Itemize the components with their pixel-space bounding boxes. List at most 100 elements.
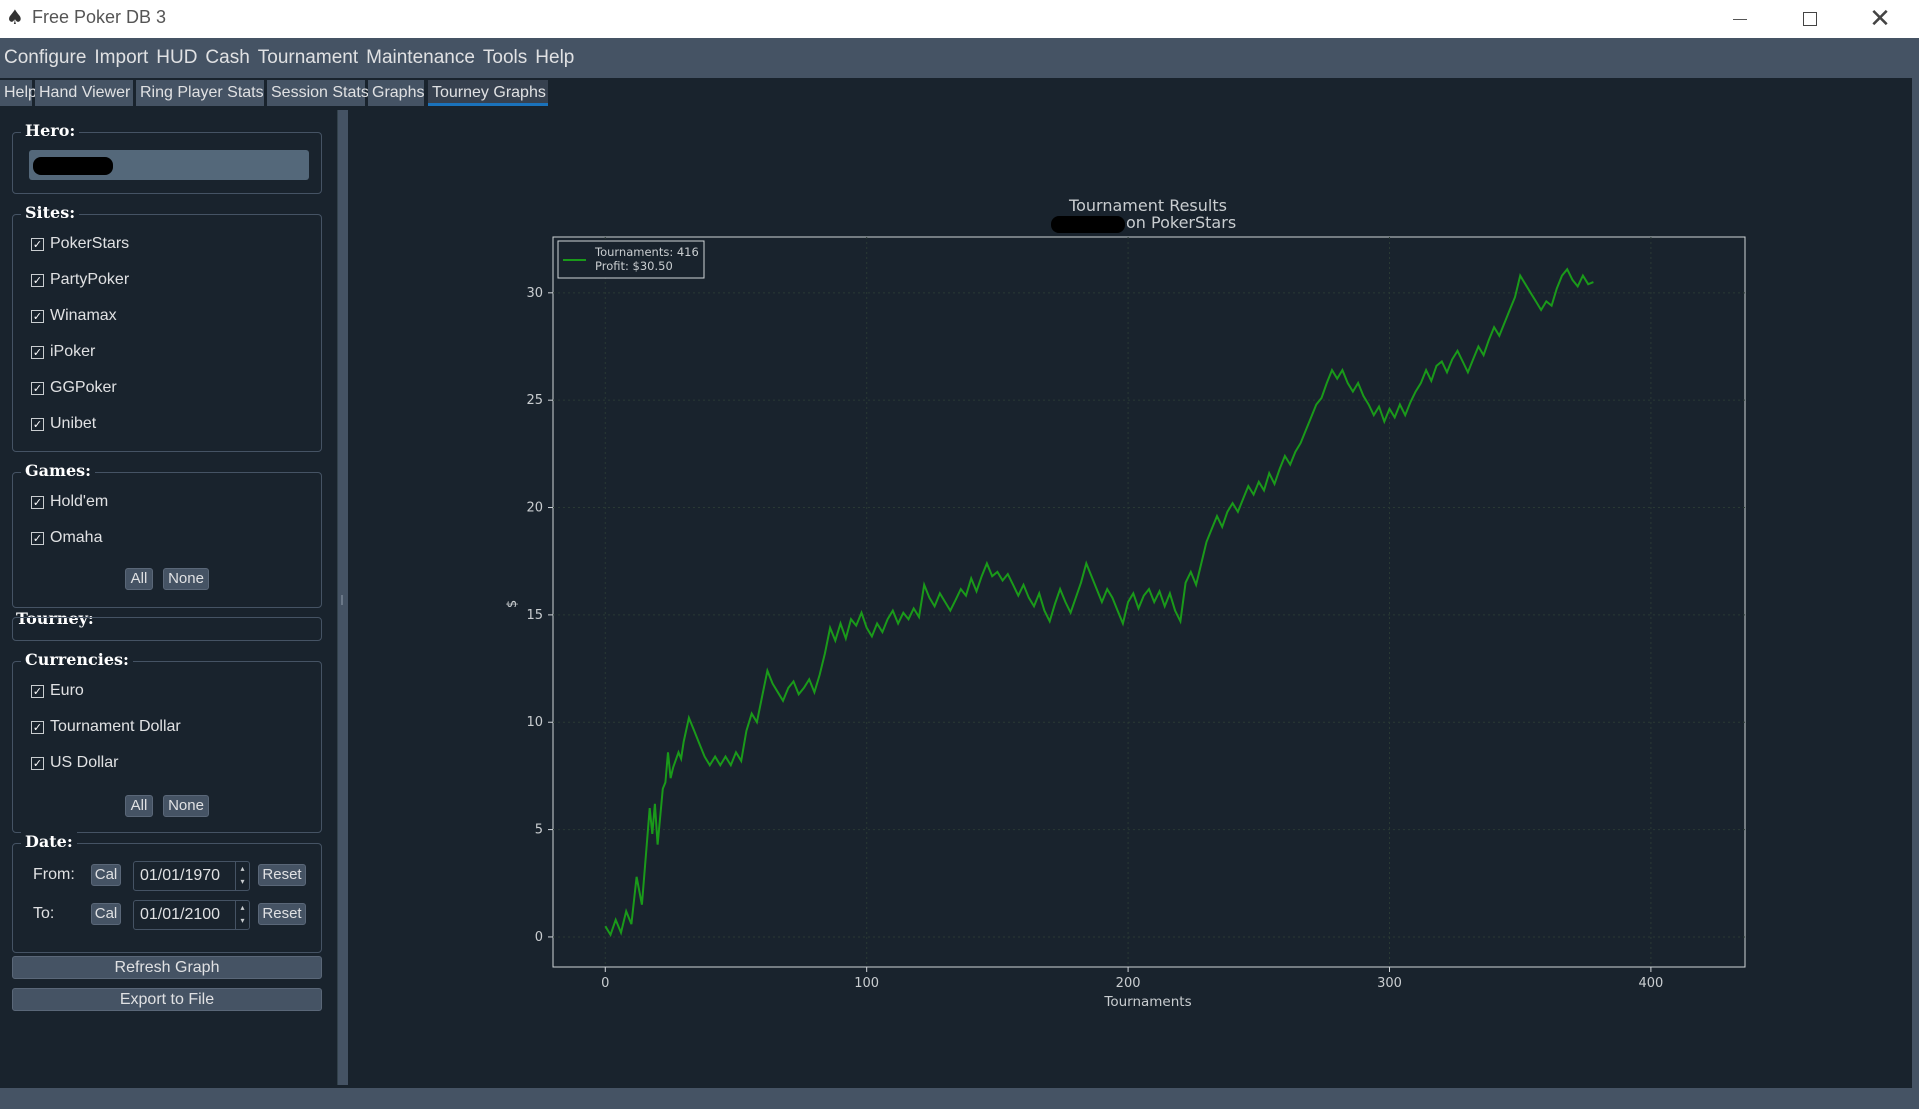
- site-ggpoker[interactable]: ✓ GGPoker: [31, 377, 117, 399]
- site-unibet[interactable]: ✓ Unibet: [31, 413, 96, 435]
- site-partypoker[interactable]: ✓ PartyPoker: [31, 269, 129, 291]
- graph-area: Tournament Results on PokerStars 0 100 200…: [348, 110, 1912, 1085]
- tourney-group: [12, 617, 322, 641]
- currency-tournament-dollar[interactable]: ✓ Tournament Dollar: [31, 716, 181, 738]
- y-tick-label: 20: [526, 501, 543, 516]
- date-from-value: 01/01/1970: [140, 867, 221, 884]
- date-to-field[interactable]: 01/01/2100 ▴ ▾: [133, 900, 250, 930]
- menu-tournament[interactable]: Tournament: [254, 38, 362, 78]
- currency-us-dollar[interactable]: ✓ US Dollar: [31, 752, 118, 774]
- tab-hand-viewer[interactable]: Hand Viewer: [35, 80, 133, 106]
- splitter-grip-icon: [341, 595, 343, 605]
- checkbox[interactable]: ✓: [31, 417, 44, 431]
- y-tick-label: 15: [526, 608, 543, 623]
- games-title: Games:: [21, 461, 96, 480]
- x-tick-label: 200: [1116, 976, 1141, 991]
- menu-bar: Configure Import HUD Cash Tournament Mai…: [0, 38, 1919, 78]
- site-pokerstars[interactable]: ✓ PokerStars: [31, 233, 129, 255]
- chart-grid: [553, 237, 1745, 967]
- y-tick-label: 30: [526, 286, 543, 301]
- site-ipoker[interactable]: ✓ iPoker: [31, 341, 95, 363]
- currency-label: Tournament Dollar: [50, 718, 181, 735]
- checkbox[interactable]: ✓: [31, 237, 44, 251]
- date-title: Date:: [21, 832, 77, 851]
- game-holdem[interactable]: ✓ Hold'em: [31, 491, 108, 513]
- checkbox[interactable]: ✓: [31, 273, 44, 287]
- checkbox[interactable]: ✓: [31, 684, 44, 698]
- date-to-reset-button[interactable]: Reset: [258, 903, 306, 925]
- menu-configure[interactable]: Configure: [0, 38, 90, 78]
- x-tick-label: 400: [1638, 976, 1663, 991]
- export-to-file-button[interactable]: Export to File: [12, 988, 322, 1011]
- menu-maintenance[interactable]: Maintenance: [362, 38, 479, 78]
- close-icon: ✕: [1869, 4, 1891, 34]
- checkbox[interactable]: ✓: [31, 720, 44, 734]
- date-to-cal-button[interactable]: Cal: [91, 903, 121, 925]
- games-group: Games: ✓ Hold'em ✓ Omaha All None: [12, 461, 322, 608]
- date-from-reset-button[interactable]: Reset: [258, 864, 306, 886]
- date-from-label: From:: [33, 866, 75, 883]
- x-axis-label: Tournaments: [1103, 994, 1191, 1010]
- window-titlebar: ♠ Free Poker DB 3 ✕: [0, 0, 1919, 38]
- sites-title: Sites:: [21, 203, 80, 222]
- refresh-graph-button[interactable]: Refresh Graph: [12, 956, 322, 979]
- y-tick-label: 0: [535, 930, 543, 945]
- minimize-button[interactable]: [1705, 0, 1775, 38]
- hero-title: Hero:: [21, 121, 80, 140]
- tab-graphs[interactable]: Graphs: [368, 80, 424, 106]
- menu-hud[interactable]: HUD: [152, 38, 201, 78]
- tab-tourney-graphs[interactable]: Tourney Graphs: [428, 80, 548, 106]
- game-label: Omaha: [50, 529, 103, 546]
- right-border: [1912, 78, 1919, 1088]
- x-tick-label: 300: [1377, 976, 1402, 991]
- games-all-button[interactable]: All: [125, 568, 153, 590]
- y-tick-label: 25: [526, 393, 543, 408]
- date-to-label: To:: [33, 905, 55, 922]
- games-none-button[interactable]: None: [163, 568, 209, 590]
- menu-import[interactable]: Import: [90, 38, 152, 78]
- currency-euro[interactable]: ✓ Euro: [31, 680, 84, 702]
- x-tick-label: 100: [854, 976, 879, 991]
- game-label: Hold'em: [50, 493, 109, 510]
- close-button[interactable]: ✕: [1845, 0, 1915, 38]
- checkbox[interactable]: ✓: [31, 531, 44, 545]
- legend-profit: Profit: $30.50: [595, 259, 673, 273]
- date-from-cal-button[interactable]: Cal: [91, 864, 121, 886]
- currencies-title: Currencies:: [21, 650, 133, 669]
- date-from-field[interactable]: 01/01/1970 ▴ ▾: [133, 861, 250, 891]
- spade-icon: ♠: [6, 5, 24, 29]
- chart-subtitle: on PokerStars: [1126, 213, 1236, 232]
- minimize-icon: [1733, 18, 1747, 20]
- date-from-spinner[interactable]: ▴ ▾: [235, 862, 249, 890]
- panel-splitter[interactable]: [338, 110, 348, 1085]
- tab-session-stats[interactable]: Session Stats: [267, 80, 369, 106]
- site-winamax[interactable]: ✓ Winamax: [31, 305, 117, 327]
- menu-help[interactable]: Help: [531, 38, 578, 78]
- currencies-all-button[interactable]: All: [125, 795, 153, 817]
- tab-ring-player-stats[interactable]: Ring Player Stats: [136, 80, 264, 106]
- hero-redaction: [33, 157, 113, 175]
- currencies-group: Currencies: ✓ Euro ✓ Tournament Dollar ✓ US…: [12, 650, 322, 833]
- checkbox[interactable]: ✓: [31, 495, 44, 509]
- plot-frame: [552, 236, 1746, 968]
- menu-tools[interactable]: Tools: [479, 38, 531, 78]
- checkbox[interactable]: ✓: [31, 381, 44, 395]
- tourney-chart: Tournament Results on PokerStars 0 100 200…: [505, 196, 1746, 1010]
- tab-help[interactable]: Help: [0, 80, 37, 106]
- checkbox[interactable]: ✓: [31, 345, 44, 359]
- window-title: Free Poker DB 3: [32, 7, 167, 27]
- sites-group: Sites: ✓ PokerStars ✓ PartyPoker ✓ Winamax …: [12, 203, 322, 452]
- menu-cash[interactable]: Cash: [201, 38, 253, 78]
- y-axis-label: $: [505, 600, 520, 608]
- game-omaha[interactable]: ✓ Omaha: [31, 527, 102, 549]
- checkbox[interactable]: ✓: [31, 309, 44, 323]
- checkbox[interactable]: ✓: [31, 756, 44, 770]
- chart-ticks: 0 100 200 300 400 0 5 10 15 20 25 30: [526, 286, 1663, 991]
- date-to-spinner[interactable]: ▴ ▾: [235, 901, 249, 929]
- maximize-button[interactable]: [1775, 0, 1845, 38]
- x-tick-label: 0: [601, 976, 609, 991]
- y-tick-label: 5: [535, 823, 543, 838]
- site-label: Unibet: [50, 415, 97, 432]
- currencies-none-button[interactable]: None: [163, 795, 209, 817]
- hero-group: Hero:: [12, 121, 322, 194]
